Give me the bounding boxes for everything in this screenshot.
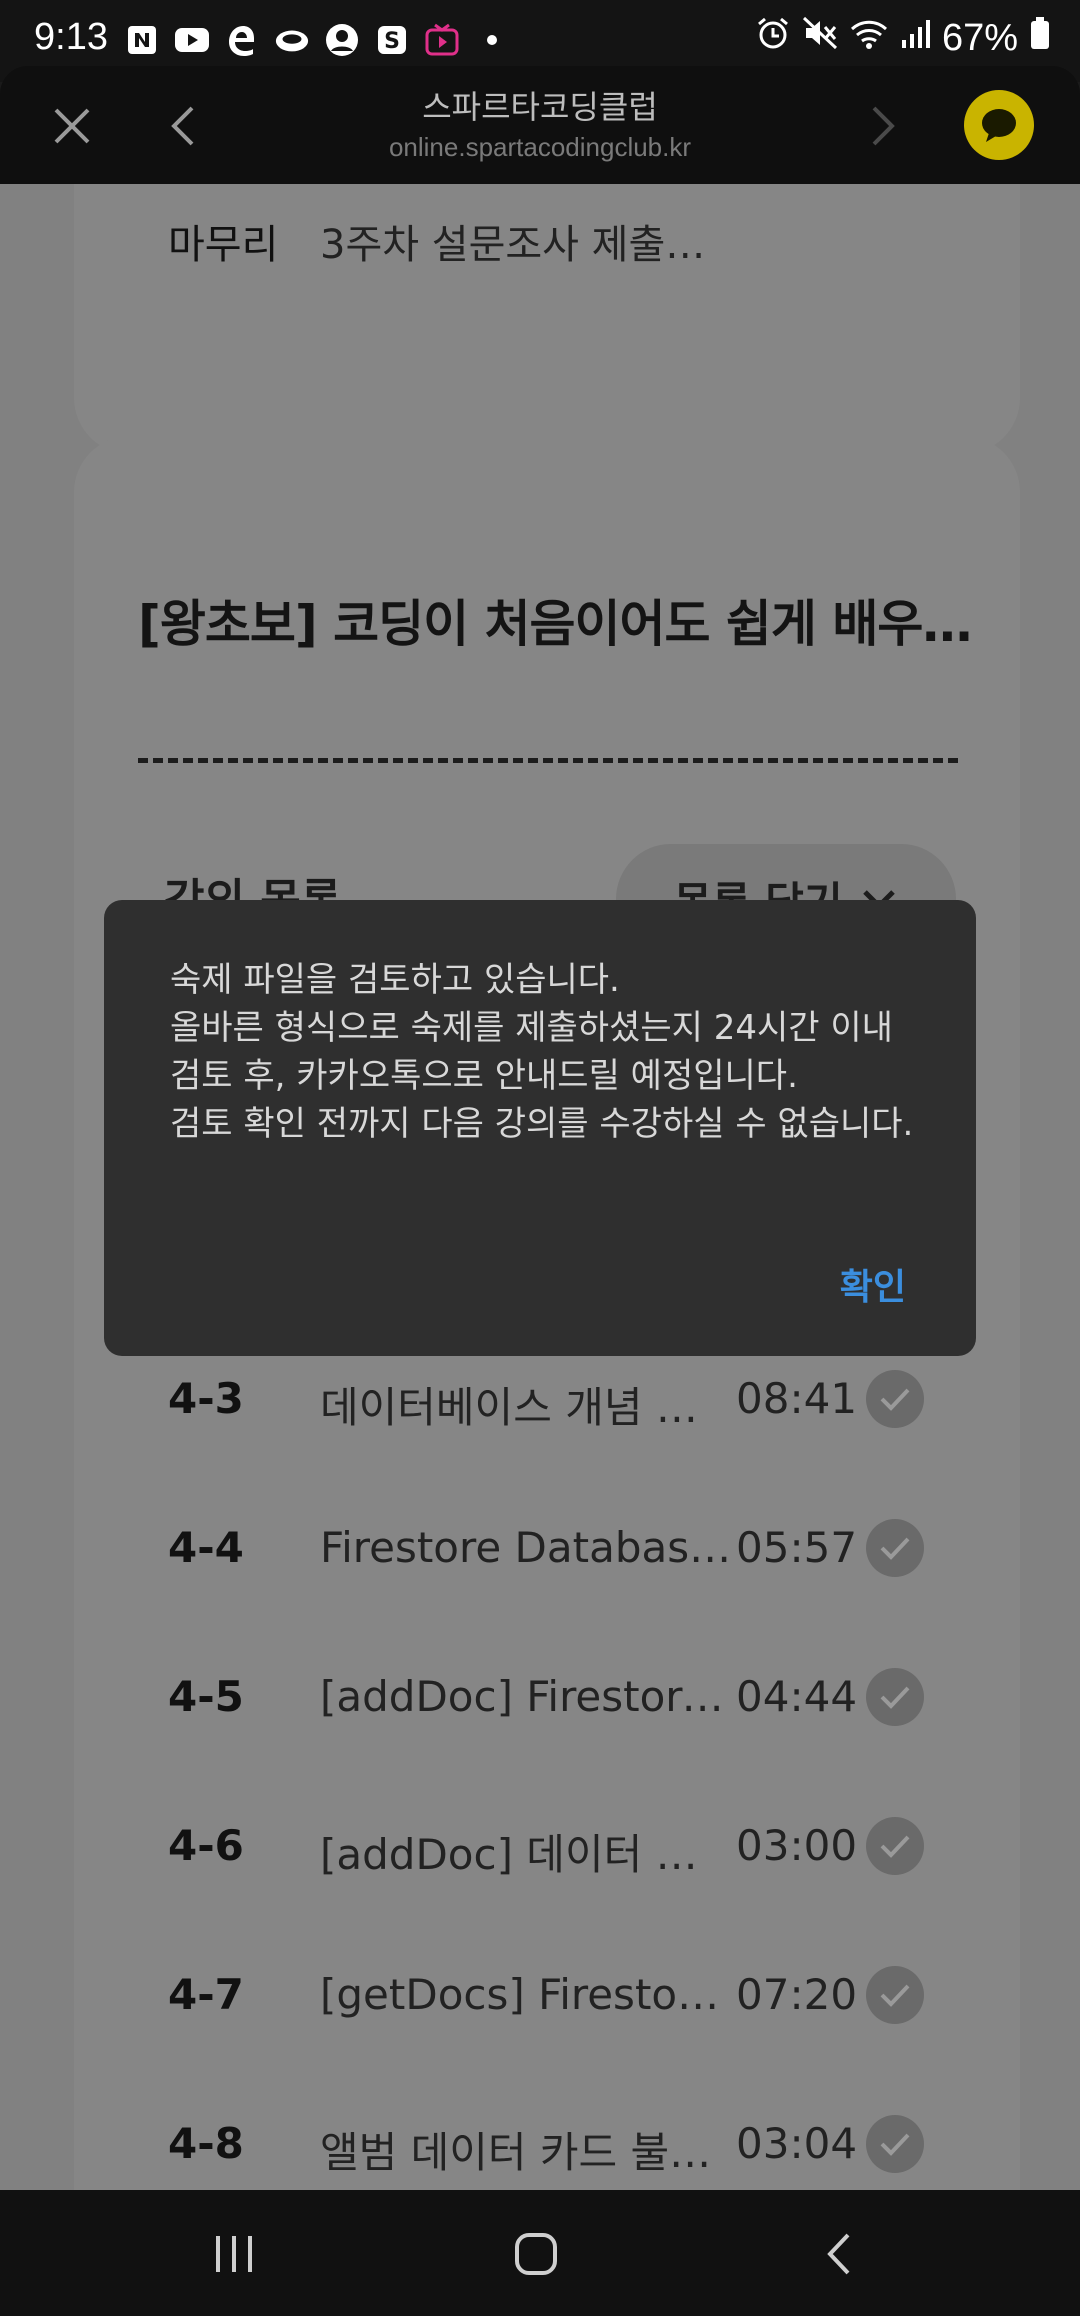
- cloud-icon: [274, 22, 310, 58]
- lecture-title: 앨범 데이터 카드 불…: [320, 2128, 712, 2177]
- lecture-row[interactable]: 4-4 Firestore Database… 05:57: [0, 1499, 1080, 1599]
- tv-icon: [424, 22, 460, 58]
- notification-icons: S: [124, 22, 510, 58]
- lecture-number: 4-7: [168, 1970, 244, 2019]
- edge-icon: [224, 22, 260, 58]
- course-title: [왕초보] 코딩이 처음이어도 쉽게 배우…: [138, 595, 972, 653]
- lecture-duration: 04:44: [736, 1672, 858, 1721]
- youtube-icon: [174, 22, 210, 58]
- lecture-duration: 07:20: [736, 1970, 858, 2019]
- wrapup-label: 마무리: [168, 222, 279, 268]
- check-icon: [866, 1966, 924, 2024]
- recent-apps-icon[interactable]: [204, 2224, 264, 2284]
- browser-title: 스파르타코딩클럽: [422, 88, 658, 126]
- battery-percent: 67%: [941, 16, 1018, 59]
- profile-icon: [324, 22, 360, 58]
- dialog-message: 숙제 파일을 검토하고 있습니다. 올바른 형식으로 숙제를 제출하셨는지 24…: [170, 960, 914, 1144]
- status-time: 9:13: [34, 16, 108, 58]
- lecture-row[interactable]: 4-7 [getDocs] Firestore… 07:20: [0, 1946, 1080, 2046]
- lecture-row[interactable]: 4-8 앨범 데이터 카드 불… 03:04: [0, 2095, 1080, 2190]
- lecture-row[interactable]: 4-6 [addDoc] 데이터 넣… 03:00: [0, 1797, 1080, 1897]
- lecture-duration: 03:04: [736, 2119, 858, 2168]
- nav-back-icon[interactable]: [810, 2224, 870, 2284]
- lecture-row[interactable]: 4-3 데이터베이스 개념 이… 08:41: [0, 1350, 1080, 1450]
- battery-icon: [1030, 16, 1050, 60]
- lecture-row[interactable]: 4-5 [addDoc] Firestore… 04:44: [0, 1648, 1080, 1748]
- mute-icon: [802, 16, 838, 60]
- system-status: 67%: [756, 16, 1050, 60]
- lecture-title: 데이터베이스 개념 이…: [320, 1383, 732, 1432]
- forward-icon[interactable]: [866, 102, 900, 150]
- check-icon: [866, 1817, 924, 1875]
- signal-icon: [900, 17, 930, 60]
- system-nav-bar: [0, 2190, 1080, 2316]
- in-app-browser-bar: 스파르타코딩클럽 online.spartacodingclub.kr: [0, 66, 1080, 184]
- s-icon: S: [374, 22, 410, 58]
- back-icon[interactable]: [166, 102, 200, 150]
- dot-icon: [474, 22, 510, 58]
- home-icon[interactable]: [506, 2224, 566, 2284]
- lecture-number: 4-4: [168, 1523, 244, 1572]
- divider: [138, 758, 958, 763]
- lecture-duration: 08:41: [736, 1374, 858, 1423]
- lecture-title: [addDoc] 데이터 넣…: [320, 1830, 732, 1879]
- lecture-title: Firestore Database…: [320, 1523, 732, 1572]
- lecture-number: 4-6: [168, 1821, 244, 1870]
- check-icon: [866, 1668, 924, 1726]
- lecture-title: [getDocs] Firestore…: [320, 1970, 732, 2019]
- browser-url: online.spartacodingclub.kr: [388, 132, 692, 162]
- svg-text:S: S: [384, 29, 400, 54]
- wrapup-text[interactable]: 3주차 설문조사 제출…: [320, 212, 705, 270]
- lecture-number: 4-5: [168, 1672, 244, 1721]
- lecture-number: 4-3: [168, 1374, 244, 1423]
- check-icon: [866, 1519, 924, 1577]
- naver-icon: [124, 22, 160, 58]
- alarm-icon: [756, 16, 790, 60]
- browser-title-area: 스파르타코딩클럽 online.spartacodingclub.kr: [300, 82, 780, 163]
- wifi-icon: [850, 17, 888, 60]
- confirm-button[interactable]: 확인: [840, 1258, 906, 1310]
- check-icon: [866, 1370, 924, 1428]
- lecture-duration: 03:00: [736, 1821, 858, 1870]
- homework-review-dialog: 숙제 파일을 검토하고 있습니다. 올바른 형식으로 숙제를 제출하셨는지 24…: [104, 900, 976, 1356]
- kakao-chat-icon[interactable]: [964, 90, 1034, 160]
- lecture-duration: 05:57: [736, 1523, 858, 1572]
- lecture-number: 4-8: [168, 2119, 244, 2168]
- check-icon: [866, 2115, 924, 2173]
- lecture-title: [addDoc] Firestore…: [320, 1672, 732, 1721]
- close-icon[interactable]: [50, 104, 94, 148]
